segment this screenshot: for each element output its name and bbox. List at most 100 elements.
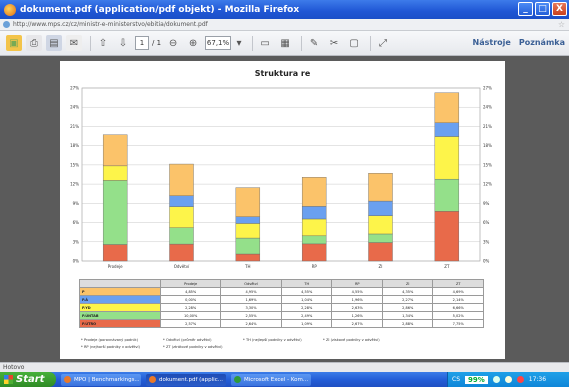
- table-row: P.YD 2,28% 3,30% 2,28% 2,63% 2,86% 6,66%: [78, 303, 484, 312]
- note: * ZI (ziskové podniky v odvětví): [323, 338, 380, 342]
- save-copy-icon[interactable]: ▣: [6, 35, 22, 51]
- task-label: Microsoft Excel - Kom...: [244, 376, 309, 383]
- table-header-cell: Prodeje: [160, 279, 222, 288]
- window-title: dokument.pdf (application/pdf objekt) - …: [20, 4, 300, 15]
- y-tick-label-right: 18%: [483, 143, 492, 148]
- toolbar-separator: [301, 35, 303, 51]
- y-tick-label: 18%: [70, 143, 79, 148]
- table-row: P 4,85% 4,95% 4,55% 4,55% 4,35% 4,69%: [78, 287, 484, 296]
- x-tick-label: Prodeje: [108, 264, 123, 269]
- bookmark-star-icon[interactable]: ☆: [558, 20, 565, 29]
- y-tick-label-right: 0%: [483, 259, 490, 264]
- x-tick-label: TH: [244, 264, 250, 269]
- table-cell: 2,27%: [381, 295, 434, 304]
- table-cell: 2,67%: [331, 319, 383, 328]
- maximize-button[interactable]: □: [535, 2, 550, 16]
- y-tick-label-right: 21%: [483, 124, 492, 129]
- table-cell: 4,55%: [280, 287, 333, 296]
- table-cell: 2,49%: [280, 311, 333, 320]
- table-row: P.ÚNTAB 10,00% 2,55% 2,49% 1,26% 1,34% 5,02%: [78, 311, 484, 320]
- zoom-out-icon[interactable]: ⊖: [165, 35, 181, 51]
- y-tick-label: 27%: [70, 86, 79, 91]
- y-tick-label: 0%: [73, 259, 80, 264]
- table-cell: 2,64%: [220, 319, 282, 328]
- notes-menu[interactable]: Poznámka: [519, 38, 565, 47]
- row-label: P: [78, 287, 162, 296]
- zoom-dropdown-icon[interactable]: ▾: [234, 35, 244, 51]
- bar-segment: [235, 253, 261, 262]
- bar-segment: [301, 243, 327, 262]
- page-total: / 1: [152, 39, 162, 47]
- pdf-page: Struktura re 0% 0% 3% 3% 6% 6% 9% 9% 12% 12% 15% 15…: [60, 61, 505, 359]
- table-cell: 4,69%: [432, 287, 484, 296]
- table-header-row: Prodeje Odvětví TH RP ZI ZT: [78, 279, 484, 288]
- table-header-cell: ZI: [381, 279, 434, 288]
- network-icon[interactable]: [492, 376, 500, 383]
- security-icon[interactable]: [516, 376, 524, 383]
- close-button[interactable]: X: [552, 2, 567, 16]
- table-header-cell: RP: [331, 279, 383, 288]
- table-cell: 2,28%: [280, 303, 333, 312]
- bar-segment: [102, 244, 128, 262]
- minimize-button[interactable]: _: [518, 2, 533, 16]
- toolbar-right-menu: Nástroje Poznámka: [473, 38, 565, 47]
- y-tick-label-right: 3%: [483, 239, 490, 244]
- window-titlebar: dokument.pdf (application/pdf objekt) - …: [0, 0, 569, 19]
- address-bar[interactable]: http://www.mps.cz/cz/ministr-e-ministers…: [0, 19, 569, 31]
- x-tick-label: RP: [312, 264, 318, 269]
- taskbar-item-excel[interactable]: Microsoft Excel - Kom...: [231, 373, 311, 386]
- clock: 17:36: [528, 376, 547, 383]
- y-tick-label: 24%: [70, 105, 79, 110]
- page-down-icon[interactable]: ⇩: [115, 35, 131, 51]
- system-tray: CS 99% 17:36: [447, 372, 569, 387]
- bar-segment: [235, 223, 261, 239]
- table-cell: 1,26%: [331, 311, 383, 320]
- bar-segment: [301, 235, 327, 245]
- firefox-icon: [149, 376, 156, 383]
- bar-segment: [434, 211, 460, 262]
- fit-page-icon[interactable]: ▭: [257, 35, 273, 51]
- plot-area: [81, 87, 481, 262]
- table-cell: 0,00%: [160, 295, 222, 304]
- volume-icon[interactable]: [504, 376, 512, 383]
- page-number-input[interactable]: 1: [135, 36, 149, 50]
- taskbar-item-pdf[interactable]: dokument.pdf (applic...: [146, 373, 226, 386]
- disk-icon[interactable]: ▤: [46, 35, 62, 51]
- status-bar: Hotovo: [0, 362, 569, 372]
- page-up-icon[interactable]: ⇧: [95, 35, 111, 51]
- task-label: dokument.pdf (applic...: [159, 376, 223, 383]
- table-cell: 2,63%: [331, 303, 383, 312]
- y-tick-label-right: 27%: [483, 86, 492, 91]
- table-row: P.ÚTRO 2,57% 2,64% 1,09% 2,67% 2,88% 7,75%: [78, 319, 484, 328]
- print-icon[interactable]: ⎙: [26, 35, 42, 51]
- attach-icon[interactable]: ✂: [326, 35, 342, 51]
- start-button[interactable]: Start: [0, 372, 56, 387]
- email-icon[interactable]: ✉: [66, 35, 82, 51]
- tools-menu[interactable]: Nástroje: [473, 38, 511, 47]
- taskbar-item-mpo[interactable]: MPO | Benchmarkings...: [61, 373, 141, 386]
- bar-segment: [301, 177, 327, 207]
- bar-segment: [368, 233, 393, 243]
- bar-segment: [434, 178, 460, 212]
- table-header-cell: TH: [280, 279, 333, 288]
- battery-percent[interactable]: 99%: [465, 375, 488, 384]
- comment-icon[interactable]: ▢: [346, 35, 362, 51]
- y-tick-label: 15%: [70, 162, 79, 167]
- row-label: P.YD: [78, 303, 162, 312]
- fit-width-icon[interactable]: ▦: [277, 35, 293, 51]
- y-tick-label: 21%: [70, 124, 79, 129]
- bar-segment: [235, 237, 261, 255]
- url-text[interactable]: http://www.mps.cz/cz/ministr-e-ministers…: [13, 21, 208, 28]
- y-tick-label-right: 12%: [483, 182, 492, 187]
- table-row: P.Á 0,00% 1,69% 1,04% 1,96% 2,27% 2,14%: [78, 295, 484, 304]
- pdf-toolbar: ▣ ⎙ ▤ ✉ ⇧ ⇩ 1 / 1 ⊖ ⊕ 67,1% ▾ ▭ ▦ ✎ ✂ ▢ …: [0, 31, 569, 56]
- note: * Odvětví (průměr odvětví): [163, 338, 212, 342]
- zoom-in-icon[interactable]: ⊕: [185, 35, 201, 51]
- bar-segment: [368, 242, 393, 262]
- expand-icon[interactable]: ⤢: [375, 35, 391, 51]
- sign-icon[interactable]: ✎: [306, 35, 322, 51]
- zoom-input[interactable]: 67,1%: [205, 36, 232, 50]
- language-indicator[interactable]: CS: [452, 376, 460, 383]
- pdf-viewer[interactable]: Struktura re 0% 0% 3% 3% 6% 6% 9% 9% 12% 12% 15% 15…: [0, 56, 569, 362]
- bar-segment: [434, 122, 460, 137]
